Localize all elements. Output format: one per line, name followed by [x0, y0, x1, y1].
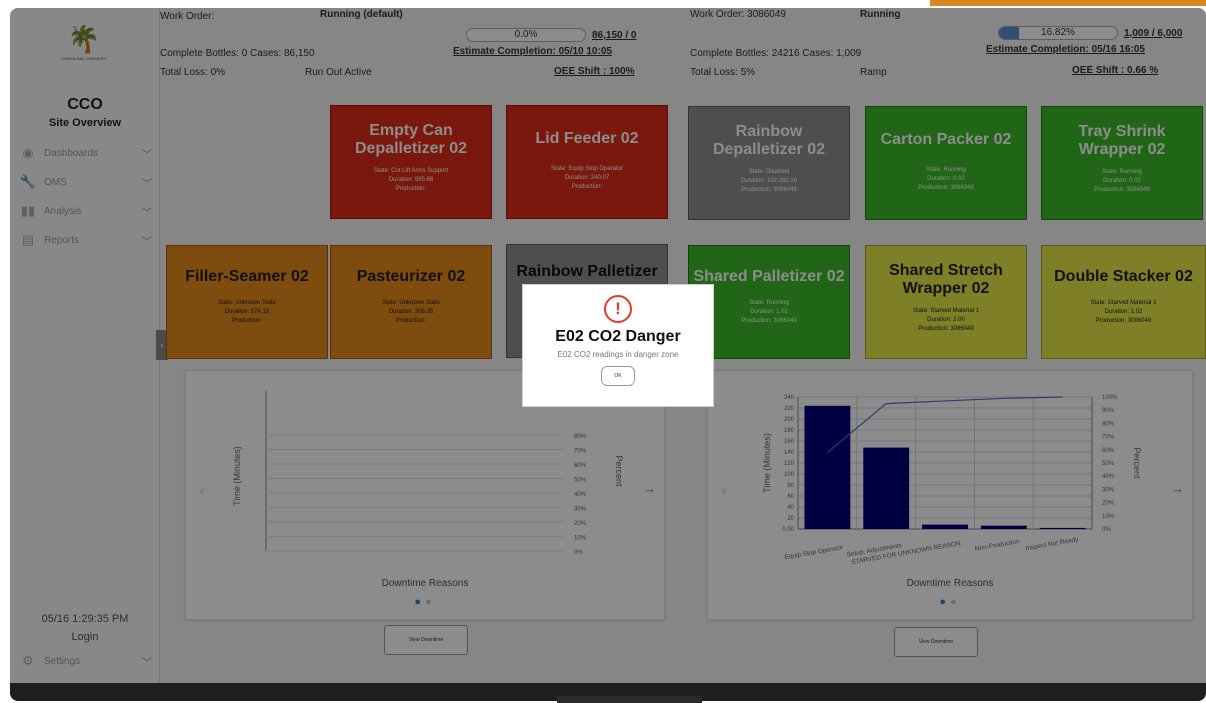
alert-circle-icon: !	[604, 295, 632, 323]
alert-message: E02 CO2 readings in danger zone	[557, 350, 679, 359]
device-frame: ☽ 🌴 CAROLINA CANNERY CCO Site Overview ◉…	[10, 8, 1206, 701]
alert-title: E02 CO2 Danger	[555, 328, 681, 345]
top-accent-bar	[930, 0, 1206, 6]
bottom-handle	[557, 696, 702, 703]
alert-dialog: ! E02 CO2 Danger E02 CO2 readings in dan…	[522, 284, 714, 407]
ok-button[interactable]: OK	[601, 366, 635, 386]
app-screen: ☽ 🌴 CAROLINA CANNERY CCO Site Overview ◉…	[10, 8, 1206, 683]
